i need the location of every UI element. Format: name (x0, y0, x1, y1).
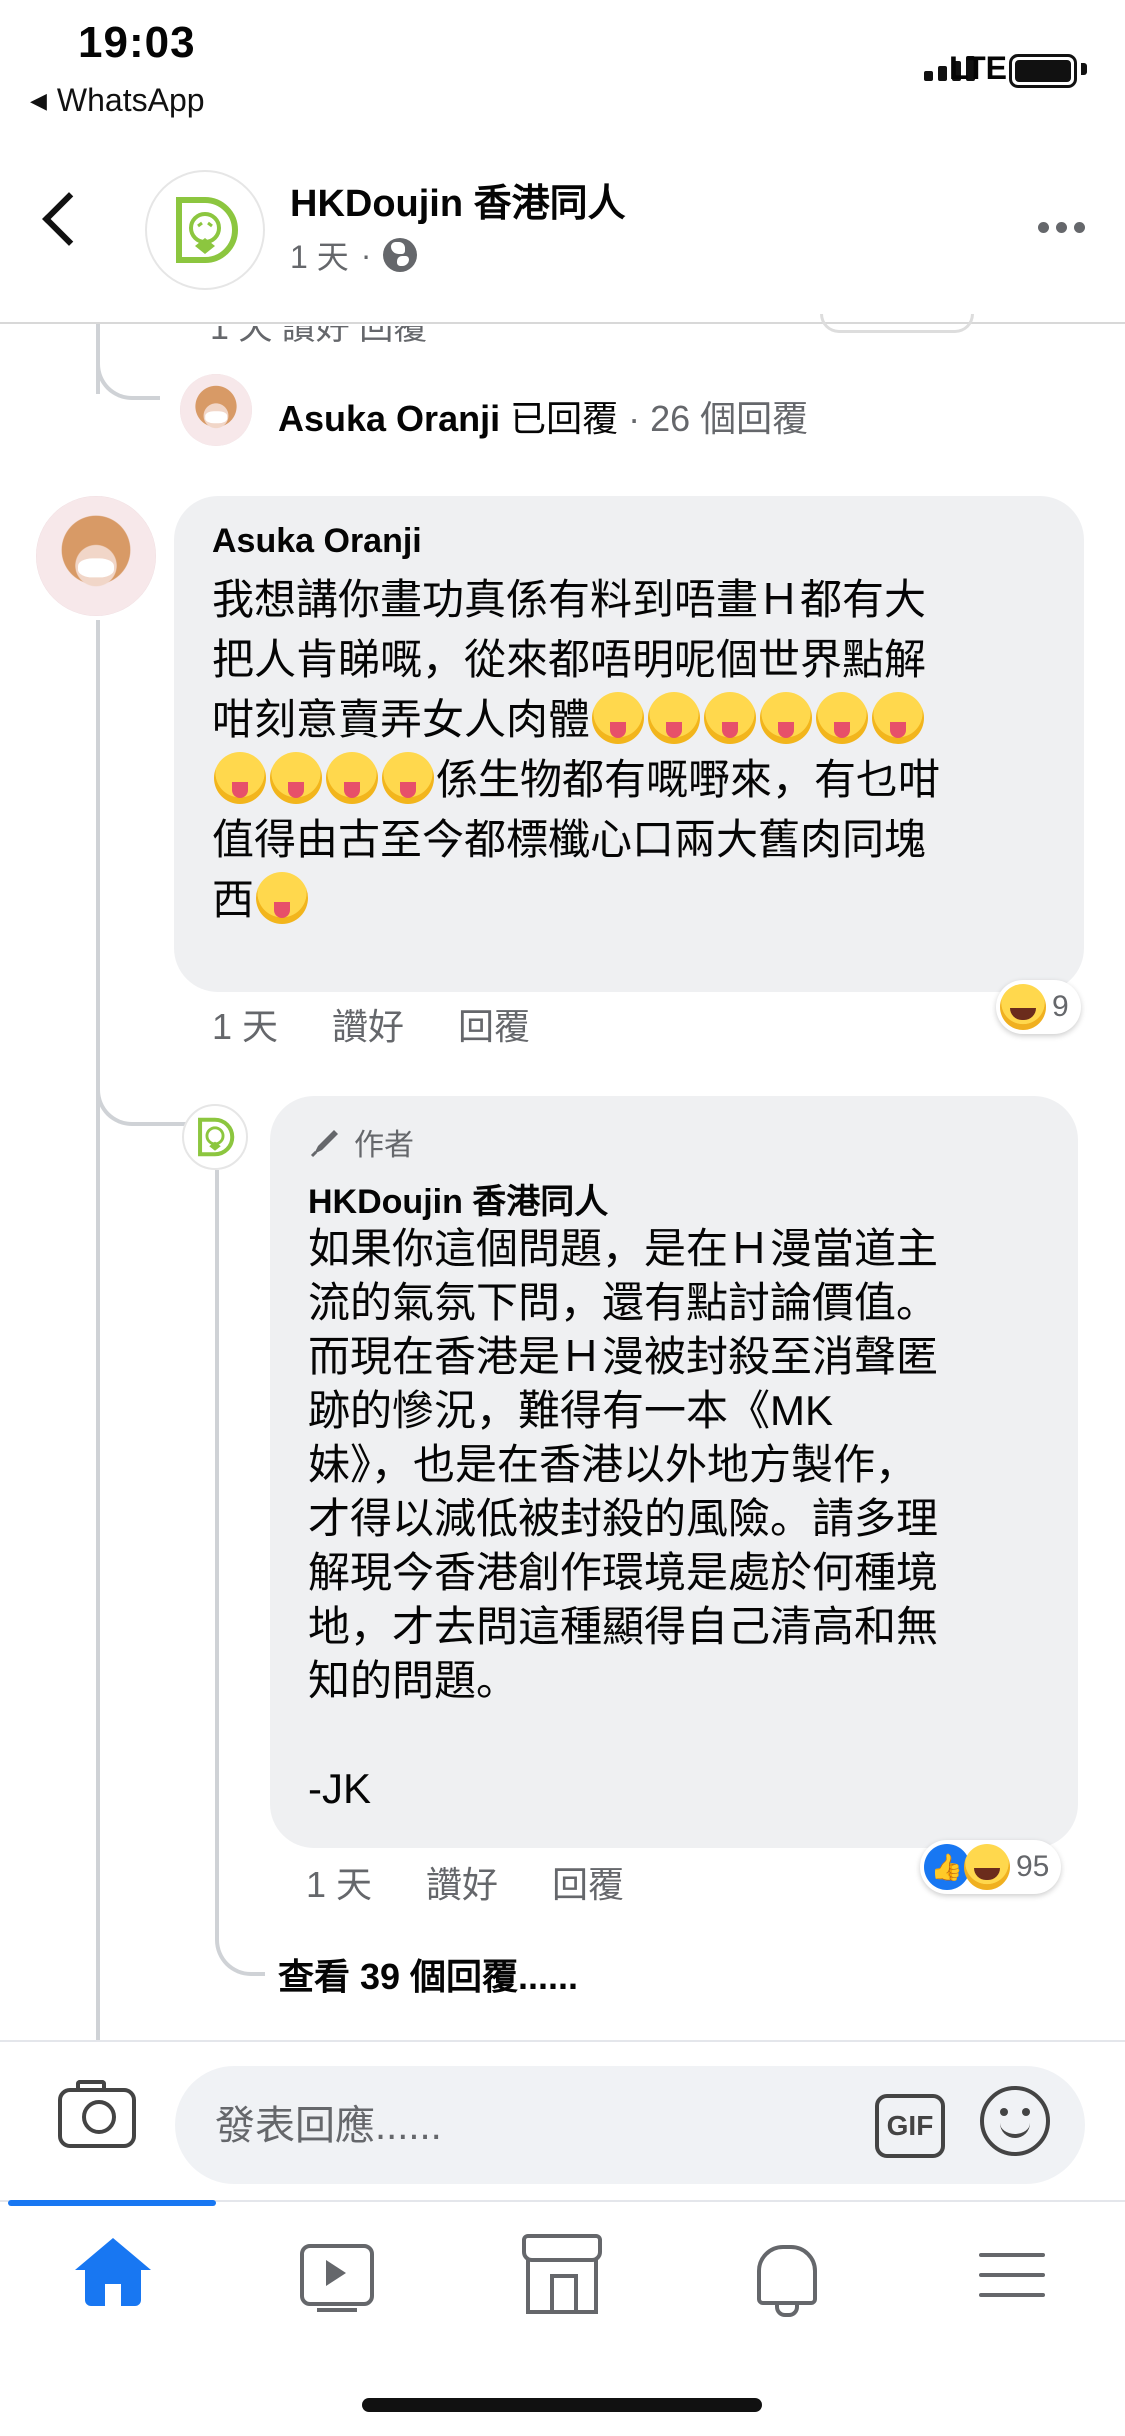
back-button[interactable] (42, 192, 96, 246)
nav-active-indicator (8, 2200, 216, 2206)
comment-bubble: 作者 HKDoujin 香港同人 如果你這個問題，是在Ｈ漫當道主 流的氣氛下問，… (270, 1096, 1078, 1848)
back-app-label: WhatsApp (56, 82, 205, 118)
status-time: 19:03 (78, 18, 196, 67)
post-meta: 1 天 · (290, 232, 418, 278)
comment-actions: 1 天 讚好 回覆 (306, 1856, 624, 1908)
thread-connector (96, 340, 160, 400)
reply-button[interactable]: 回覆 (458, 998, 530, 1050)
back-triangle-icon: ◀ (30, 87, 47, 113)
thread-connector (215, 1900, 265, 1976)
comment-text: 如果你這個問題，是在Ｈ漫當道主 流的氣氛下問，還有點討論價值。 而現在香港是Ｈ漫… (308, 1225, 939, 1812)
composer-divider (0, 2040, 1125, 2042)
reply-button[interactable]: 回覆 (552, 1856, 624, 1908)
hkdoujin-logo-icon (198, 1117, 235, 1157)
pen-icon (310, 1130, 338, 1158)
comment-composer: GIF (175, 2066, 1085, 2184)
view-more-replies-link[interactable]: 查看 39 個回覆...... (278, 1948, 578, 2000)
crazy-face-emoji-icon (648, 692, 701, 744)
comment-author[interactable]: Asuka Oranji (212, 522, 422, 561)
comment-time: 1 天 (212, 1006, 279, 1047)
crazy-face-emoji-icon (872, 692, 925, 744)
menu-icon[interactable] (967, 2230, 1057, 2320)
reaction-summary[interactable]: 👍 95 (920, 1840, 1062, 1894)
network-type: LTE (948, 50, 1007, 86)
camera-icon[interactable] (58, 2080, 136, 2148)
like-button[interactable]: 讚好 (332, 998, 404, 1050)
haha-reaction-icon (964, 1844, 1010, 1890)
crazy-face-emoji-icon (704, 692, 757, 744)
emoji-smile-icon[interactable] (980, 2086, 1050, 2156)
reaction-summary[interactable]: 9 (996, 980, 1081, 1034)
comment-author[interactable]: HKDoujin 香港同人 (308, 1174, 608, 1223)
comment-time: 1 天 (306, 1864, 373, 1905)
back-to-app-link[interactable]: ◀ WhatsApp (30, 82, 205, 119)
avatar[interactable] (182, 1104, 248, 1170)
crazy-face-emoji-icon (214, 752, 266, 804)
comment-text: 我想講你畫功真係有料到唔畫Ｈ都有大 把人肯睇嘅，從來都唔明呢個世界點解 咁刻意賣… (212, 570, 1062, 930)
thread-line (96, 620, 100, 2040)
home-indicator (362, 2398, 762, 2412)
hkdoujin-logo-icon (176, 197, 238, 263)
reply-summary-action: 已回覆 (510, 398, 619, 439)
more-icon[interactable] (1038, 222, 1085, 233)
comment-bubble: Asuka Oranji 我想講你畫功真係有料到唔畫Ｈ都有大 把人肯睇嘅，從來都… (174, 496, 1084, 992)
gif-button[interactable]: GIF (875, 2094, 945, 2158)
crazy-face-emoji-icon (256, 872, 309, 924)
crazy-face-emoji-icon (760, 692, 813, 744)
page-title[interactable]: HKDoujin 香港同人 (290, 172, 626, 227)
post-time: 1 天 (290, 239, 349, 275)
author-badge: 作者 (308, 1120, 414, 1164)
thread-connector (96, 1060, 186, 1126)
battery-tip (1081, 63, 1087, 75)
avatar[interactable] (180, 374, 252, 446)
like-button[interactable]: 讚好 (426, 1856, 498, 1908)
reaction-count: 95 (1016, 1850, 1050, 1883)
video-icon[interactable] (292, 2230, 382, 2320)
thread-line (215, 1170, 219, 1930)
crazy-face-emoji-icon (270, 752, 322, 804)
cut-off-actions: 1 天 讚好 回覆 (210, 309, 428, 347)
home-icon[interactable] (68, 2230, 158, 2320)
meta-separator: · (360, 236, 372, 273)
reply-summary-count: · 26 個回覆 (628, 398, 809, 439)
crazy-face-emoji-icon (592, 692, 645, 744)
cut-off-reaction-pill (820, 314, 974, 333)
reaction-count: 9 (1052, 990, 1069, 1023)
comment-input[interactable] (213, 2096, 817, 2156)
reply-summary-name: Asuka Oranji (278, 398, 501, 439)
notifications-icon[interactable] (742, 2230, 832, 2320)
avatar[interactable] (36, 496, 156, 616)
page-avatar[interactable] (145, 170, 265, 290)
battery-icon (1009, 54, 1077, 88)
crazy-face-emoji-icon (816, 692, 869, 744)
author-badge-label: 作者 (354, 1129, 414, 1162)
crazy-face-emoji-icon (326, 752, 378, 804)
reply-summary[interactable]: Asuka Oranji 已回覆 · 26 個回覆 (278, 390, 808, 442)
marketplace-icon[interactable] (517, 2230, 607, 2320)
globe-icon (383, 238, 418, 272)
crazy-face-emoji-icon (382, 752, 434, 804)
comment-actions: 1 天 讚好 回覆 (212, 998, 530, 1050)
haha-reaction-icon (1000, 984, 1046, 1030)
